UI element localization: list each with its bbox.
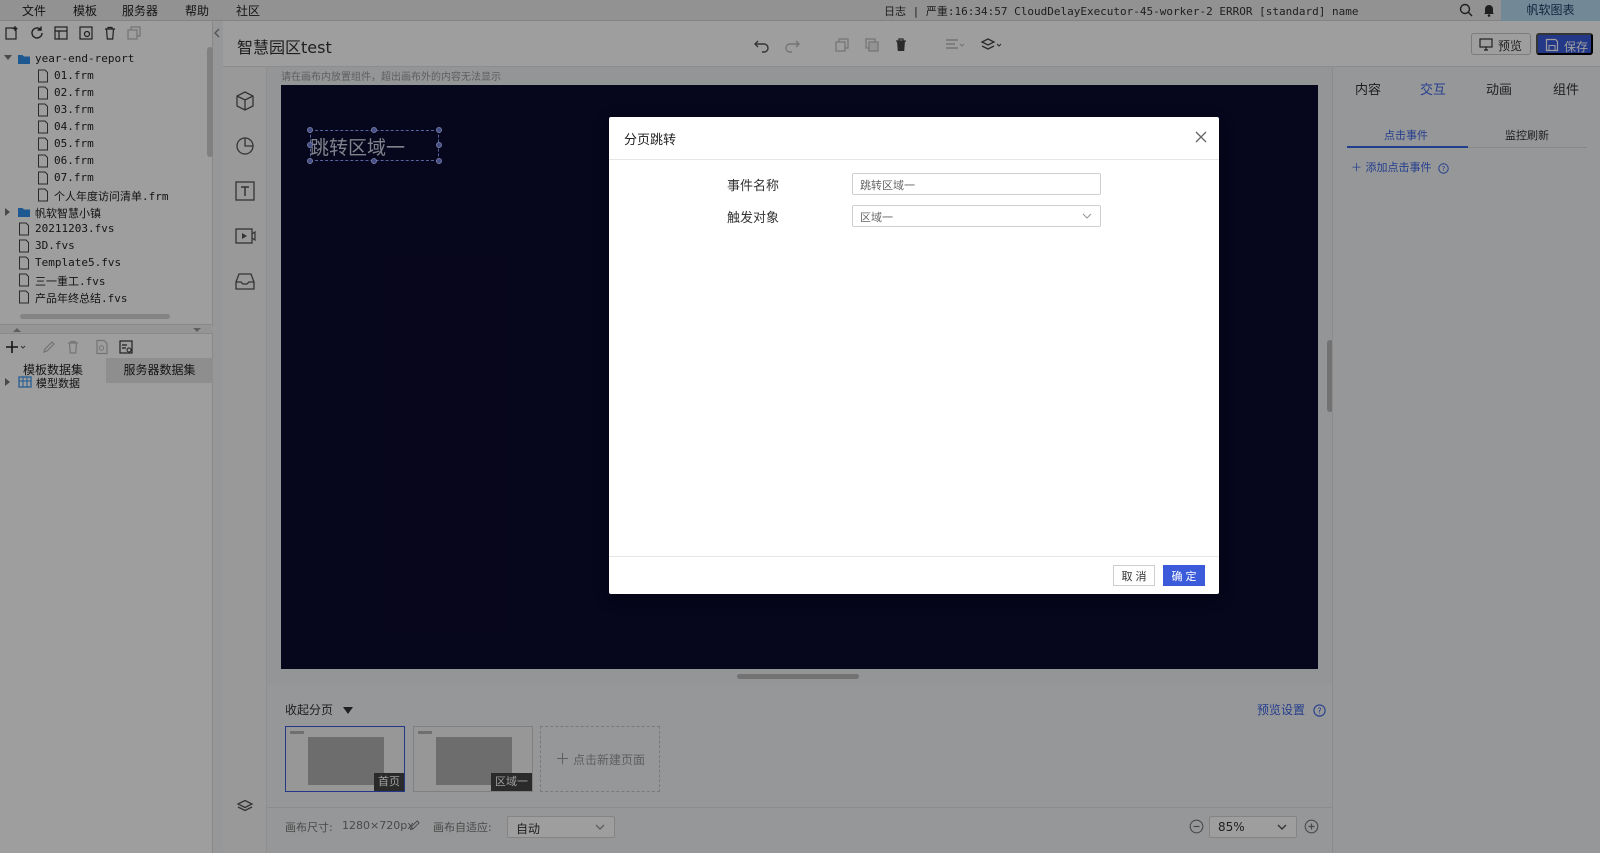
trigger-target-select[interactable]: 区域一 xyxy=(852,205,1101,227)
cancel-button[interactable]: 取 消 xyxy=(1113,565,1155,586)
event-name-value: 跳转区域一 xyxy=(860,179,915,192)
confirm-button[interactable]: 确 定 xyxy=(1163,565,1205,586)
event-name-label: 事件名称 xyxy=(727,179,780,194)
trigger-target-label: 触发对象 xyxy=(727,211,780,226)
event-name-input[interactable]: 跳转区域一 xyxy=(852,173,1101,195)
dialog-title: 分页跳转 xyxy=(624,133,677,148)
chevron-down-icon xyxy=(1081,210,1093,222)
dialog-header-divider xyxy=(609,159,1219,160)
trigger-target-value: 区域一 xyxy=(860,211,893,224)
page-jump-dialog: 分页跳转 事件名称 跳转区域一 触发对象 区域一 取 消 确 定 xyxy=(609,117,1219,594)
close-icon[interactable] xyxy=(1194,130,1208,144)
dialog-footer-divider xyxy=(609,556,1219,557)
